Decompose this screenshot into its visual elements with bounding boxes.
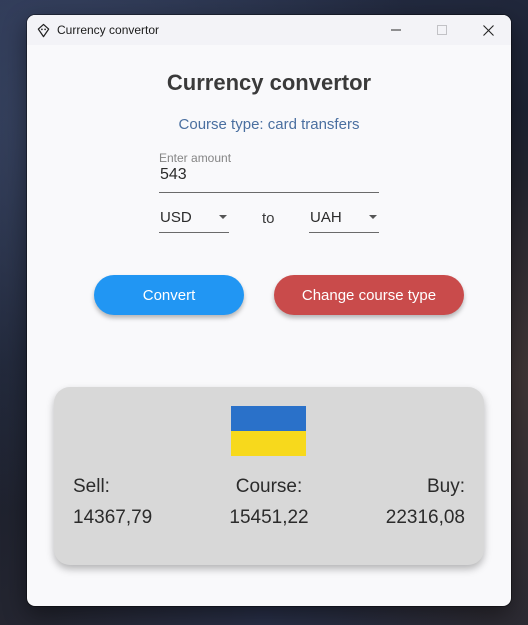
maximize-icon: [437, 25, 447, 35]
result-card: Sell: Course: Buy: 14367,79 15451,22 223…: [54, 387, 484, 565]
dropdown-arrow-icon: [219, 215, 227, 219]
ukraine-flag-icon: [231, 406, 306, 456]
maximize-button[interactable]: [419, 15, 465, 45]
flag-yellow-stripe: [231, 431, 306, 456]
minimize-icon: [391, 29, 401, 31]
amount-input[interactable]: 543: [160, 166, 187, 184]
amount-label: Enter amount: [159, 151, 232, 165]
change-course-type-button[interactable]: Change course type: [274, 275, 464, 315]
from-currency-select[interactable]: USD: [159, 205, 229, 233]
close-icon: [482, 24, 494, 36]
minimize-button[interactable]: [373, 15, 419, 45]
buy-value: 22316,08: [385, 507, 465, 528]
from-currency-value: USD: [160, 209, 192, 226]
buy-label: Buy:: [426, 476, 465, 497]
to-label: to: [262, 210, 275, 227]
amount-field[interactable]: Enter amount 543: [159, 150, 379, 193]
flag-blue-stripe: [231, 406, 306, 431]
dropdown-arrow-icon: [369, 215, 377, 219]
close-button[interactable]: [465, 15, 511, 45]
title-bar[interactable]: Currency convertor: [27, 15, 511, 45]
piggy-bank-icon: [35, 22, 51, 38]
window-controls: [373, 15, 511, 45]
course-type-label: Course type: card transfers: [178, 116, 360, 133]
course-label: Course:: [235, 476, 303, 497]
to-currency-value: UAH: [310, 209, 342, 226]
window-title: Currency convertor: [57, 23, 160, 37]
to-currency-select[interactable]: UAH: [309, 205, 379, 233]
page-title: Currency convertor: [166, 70, 372, 95]
app-window: Currency convertor Currency convertor Co…: [27, 15, 511, 606]
convert-button[interactable]: Convert: [94, 275, 244, 315]
